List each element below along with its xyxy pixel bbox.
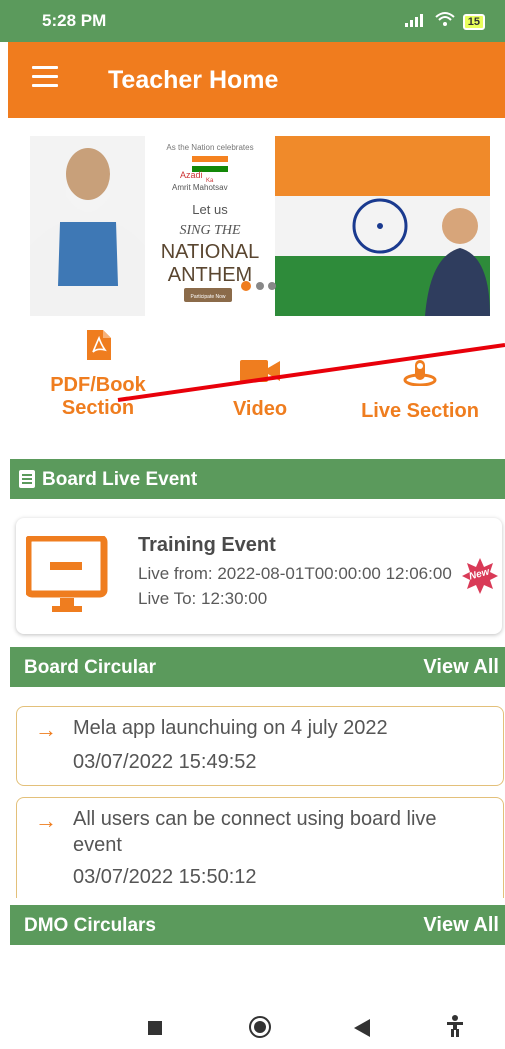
dmo-view-all-button[interactable]: View All (423, 914, 499, 937)
circular-text: All users can be connect using board liv… (73, 808, 437, 856)
recents-button[interactable] (148, 1021, 162, 1040)
circular-text: Mela app launchuing on 4 july 2022 (73, 717, 388, 739)
arrow-right-icon: → (35, 808, 57, 833)
circular-item[interactable]: → All users can be connect using board l… (16, 797, 504, 898)
event-title: Training Event (138, 534, 276, 556)
banner-top-line: As the Nation celebrates (166, 143, 253, 152)
banner-sing-the: SING THE (179, 223, 241, 238)
video-link[interactable]: Video (210, 358, 310, 421)
banner-azadi: Azadi (180, 170, 203, 180)
new-badge: New (462, 558, 498, 594)
pdf-icon (40, 330, 156, 366)
live-location-icon (350, 358, 490, 392)
banner-mahotsav: Amrit Mahotsav (172, 183, 228, 192)
event-live-from: Live from: 2022-08-01T00:00:00 12:06:00 (138, 564, 452, 583)
dmo-circulars-title: DMO Circulars (24, 915, 156, 936)
banner-national: NATIONAL (161, 241, 260, 263)
battery-icon: 15 (462, 13, 485, 30)
home-button[interactable] (248, 1015, 272, 1044)
status-time: 5:28 PM (42, 11, 107, 30)
status-icons: 15 (404, 11, 485, 32)
board-live-event-title: Board Live Event (42, 469, 198, 490)
banner-anthem: ANTHEM (168, 264, 252, 286)
accessibility-icon[interactable] (446, 1015, 464, 1042)
board-circular-view-all-button[interactable]: View All (423, 656, 499, 679)
pdf-book-section-label: PDF/Book Section (50, 374, 146, 419)
board-circular-title: Board Circular (24, 657, 156, 678)
video-camera-icon (210, 358, 310, 390)
circular-date: 03/07/2022 15:50:12 (73, 866, 257, 888)
board-live-event-header: Board Live Event (10, 459, 505, 499)
monitor-icon (24, 534, 108, 621)
back-button[interactable] (354, 1019, 370, 1042)
pdf-book-section-link[interactable]: PDF/Book Section (40, 330, 156, 420)
promo-banner[interactable]: As the Nation celebrates Azadi Ka Amrit … (30, 136, 490, 316)
live-section-link[interactable]: Live Section (350, 358, 490, 423)
banner-let-us: Let us (192, 202, 228, 217)
app-bar: Teacher Home (8, 42, 505, 118)
arrow-right-icon: → (35, 717, 57, 742)
circular-item[interactable]: → Mela app launchuing on 4 july 2022 03/… (16, 706, 504, 786)
signal-icon (404, 12, 427, 32)
book-icon (18, 469, 36, 495)
event-live-to: Live To: 12:30:00 (138, 589, 268, 608)
video-label: Video (232, 398, 288, 420)
dmo-circulars-header: DMO Circulars View All (10, 905, 505, 945)
page-title: Teacher Home (108, 66, 279, 94)
status-bar: 5:28 PM 15 (0, 0, 505, 42)
menu-icon[interactable] (32, 66, 58, 92)
training-event-card[interactable]: Training Event Live from: 2022-08-01T00:… (16, 518, 502, 634)
wifi-icon (435, 11, 455, 32)
board-circular-header: Board Circular View All (10, 647, 505, 687)
circular-date: 03/07/2022 15:49:52 (73, 751, 257, 773)
system-nav-bar (0, 1005, 505, 1049)
banner-participate: Participate Now (190, 294, 225, 300)
live-section-label: Live Section (361, 400, 479, 422)
